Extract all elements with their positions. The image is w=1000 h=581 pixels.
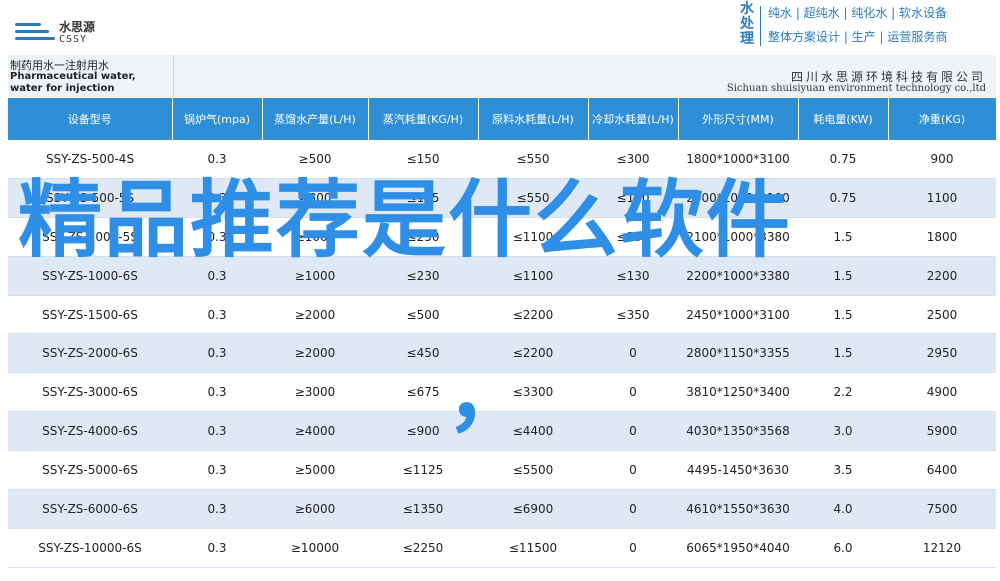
table-cell: ≤2200 [478,295,588,335]
column-header: 蒸馏水产量(L/H) [262,98,369,140]
table-cell: ≥2000 [262,333,368,374]
column-header: 锅炉气(mpa) [172,98,263,140]
overlay-headline: 精品推荐是什么软件 [18,171,793,269]
table-cell: 0.3 [172,411,262,452]
table-cell: 0.3 [172,489,262,529]
column-header: 耗电量(KW) [798,98,889,140]
table-cell: 4900 [888,372,996,413]
table-cell: 2500 [888,295,996,335]
table-cell: 0 [588,411,678,452]
table-cell: SSY-ZS-5000-6S [8,450,172,491]
table-cell: 0.3 [172,372,262,413]
table-cell: SSY-ZS-10000-6S [8,528,172,568]
table-header-row: 设备型号 锅炉气(mpa) 蒸馏水产量(L/H) 蒸汽耗量(KG/H) 原料水耗… [8,98,997,140]
table-cell: 2200 [888,256,996,296]
logo-abbrev: CSSY [59,34,88,45]
table-cell: ≥5000 [262,450,368,491]
table-cell: 0.3 [172,333,262,374]
table-cell: ≥4000 [262,411,368,452]
column-header: 原料水耗量(L/H) [478,98,589,140]
table-cell: 1.5 [798,256,888,296]
table-cell: 3.5 [798,450,888,491]
table-cell: 0.3 [172,528,262,568]
table-cell: 900 [888,140,996,179]
logo-waves-icon [15,20,57,46]
table-cell: 5900 [888,411,996,452]
table-cell: 0 [588,489,678,529]
brand-divider [760,6,761,46]
table-cell: 7500 [888,489,996,529]
table-cell: 1100 [888,178,996,218]
table-cell: 1.5 [798,217,888,257]
table-cell: ≤350 [588,295,678,335]
table-cell: 4495-1450*3630 [678,450,798,491]
column-header: 蒸汽耗量(KG/H) [368,98,479,140]
overlay-punctuation: ， [446,345,531,443]
product-title-en: Pharmaceutical water, water for injectio… [10,71,136,94]
table-cell: ≤11500 [478,528,588,568]
table-row: SSY-ZS-10000-6S 0.3 ≥10000 ≤2250 ≤11500 0 6065… [8,528,996,568]
table-cell: 1800 [888,217,996,257]
table-cell: 0 [588,333,678,374]
table-cell: ≤1125 [368,450,478,491]
table-cell: 4030*1350*3568 [678,411,798,452]
table-cell: SSY-ZS-3000-6S [8,372,172,413]
brand-tagline-products: 纯水 | 超纯水 | 纯化水 | 软水设备 [768,6,948,20]
table-cell: ≤1350 [368,489,478,529]
table-cell: SSY-ZS-6000-6S [8,489,172,529]
table-cell: 0.3 [172,295,262,335]
table-cell: 2450*1000*3100 [678,295,798,335]
page-header: 水思源 CSSY 水处理 纯水 | 超纯水 | 纯化水 | 软水设备 整体方案设… [0,0,1000,55]
table-cell: SSY-ZS-1500-6S [8,295,172,335]
table-cell: 6400 [888,450,996,491]
table-cell: 0 [588,372,678,413]
table-cell: SSY-ZS-2000-6S [8,333,172,374]
table-cell: 4.0 [798,489,888,529]
table-cell: 3.0 [798,411,888,452]
table-cell: ≤2250 [368,528,478,568]
table-cell: ≤500 [368,295,478,335]
table-cell: 4610*1550*3630 [678,489,798,529]
company-logo[interactable]: 水思源 CSSY [15,18,115,48]
company-name-block: 四川水思源环境科技有限公司 Sichuan shuisiyuan environ… [173,55,996,97]
product-title-block: 制药用水一注射用水 Pharmaceutical water, water fo… [8,55,173,97]
column-header: 净重(KG) [888,98,997,140]
table-cell: 0 [588,528,678,568]
table-cell: 0.75 [798,140,888,179]
spec-table: 设备型号 锅炉气(mpa) 蒸馏水产量(L/H) 蒸汽耗量(KG/H) 原料水耗… [8,98,997,568]
table-cell: 0.3 [172,450,262,491]
table-cell: 1.5 [798,295,888,335]
table-cell: 6.0 [798,528,888,568]
table-row: SSY-ZS-6000-6S 0.3 ≥6000 ≤1350 ≤6900 0 4610*15… [8,489,996,529]
column-header: 设备型号 [8,98,173,140]
table-cell: 0.75 [798,178,888,218]
table-cell: 1.5 [798,333,888,374]
table-cell: ≥3000 [262,372,368,413]
brand-tagline-services: 整体方案设计 | 生产 | 运营服务商 [768,30,948,44]
table-cell: ≤6900 [478,489,588,529]
table-cell: ≥2000 [262,295,368,335]
table-row: SSY-ZS-1500-6S 0.3 ≥2000 ≤500 ≤2200 ≤350 2450*… [8,295,996,335]
table-cell: ≥10000 [262,528,368,568]
company-name-en: Sichuan shuisiyuan environment technolog… [726,83,986,94]
table-cell: ≥6000 [262,489,368,529]
table-cell: 2800*1150*3355 [678,333,798,374]
table-cell: 12120 [888,528,996,568]
table-cell: SSY-ZS-4000-6S [8,411,172,452]
brand-vertical-label: 水处理 [740,1,754,47]
column-header: 外形尺寸(MM) [678,98,799,140]
table-cell: 6065*1950*4040 [678,528,798,568]
table-cell: 3810*1250*3400 [678,372,798,413]
table-cell: 0 [588,450,678,491]
spec-sheet-title: 制药用水一注射用水 Pharmaceutical water, water fo… [8,55,996,97]
logo-name: 水思源 [59,20,96,34]
table-cell: 2950 [888,333,996,374]
table-cell: ≤5500 [478,450,588,491]
table-row: SSY-ZS-5000-6S 0.3 ≥5000 ≤1125 ≤5500 0 4495-14… [8,450,996,491]
column-header: 冷却水耗量(L/H) [588,98,679,140]
table-cell: 2.2 [798,372,888,413]
